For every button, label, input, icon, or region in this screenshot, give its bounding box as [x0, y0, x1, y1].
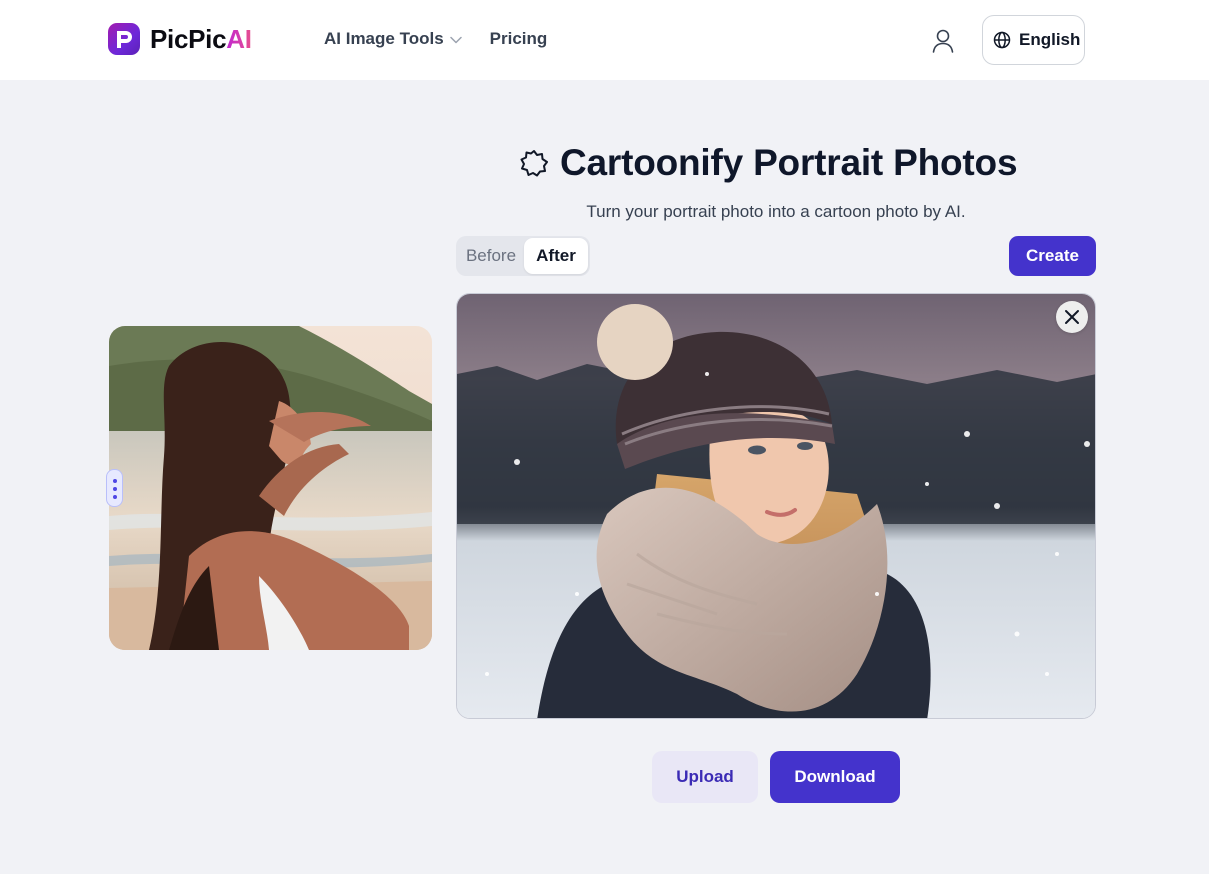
example-cartoon-preview [109, 326, 432, 650]
beach-woman-cartoon-image [109, 326, 432, 650]
upload-button[interactable]: Upload [652, 751, 758, 803]
toggle-before[interactable]: Before [458, 238, 524, 274]
nav-pricing[interactable]: Pricing [490, 29, 548, 49]
page-title: Cartoonify Portrait Photos [560, 142, 1018, 183]
language-label: English [1019, 30, 1081, 49]
brand-name: PicPicAI [150, 24, 252, 55]
nav-ai-image-tools[interactable]: AI Image Tools [324, 29, 462, 49]
main-nav: AI Image Tools Pricing [324, 29, 547, 49]
result-image [456, 293, 1096, 719]
page-subtitle: Turn your portrait photo into a cartoon … [586, 202, 966, 221]
chevron-down-icon [449, 29, 462, 49]
compare-drag-handle[interactable] [106, 469, 123, 507]
user-icon [932, 29, 954, 53]
badge-star-icon [520, 150, 548, 177]
brand-name-suffix: AI [226, 23, 252, 54]
toggle-after[interactable]: After [524, 238, 588, 274]
before-after-toggle: Before After [456, 236, 590, 276]
globe-icon [993, 31, 1011, 49]
brand-logo[interactable]: PicPicAI [108, 23, 252, 55]
close-icon [1065, 310, 1079, 324]
top-navbar: PicPicAI AI Image Tools Pricing English [0, 0, 1209, 80]
close-image-button[interactable] [1056, 301, 1088, 333]
language-selector[interactable]: English [982, 15, 1085, 65]
create-button[interactable]: Create [1009, 236, 1096, 276]
brand-name-prefix: PicPic [150, 23, 227, 54]
winter-portrait-cartoon-image [457, 294, 1095, 718]
page-heading: Cartoonify Portrait Photos [520, 142, 1018, 184]
logo-mark-icon [108, 23, 140, 55]
download-button[interactable]: Download [770, 751, 900, 803]
nav-pricing-label: Pricing [489, 29, 548, 48]
nav-ai-image-tools-label: AI Image Tools [324, 29, 444, 48]
user-account-button[interactable] [928, 26, 958, 56]
